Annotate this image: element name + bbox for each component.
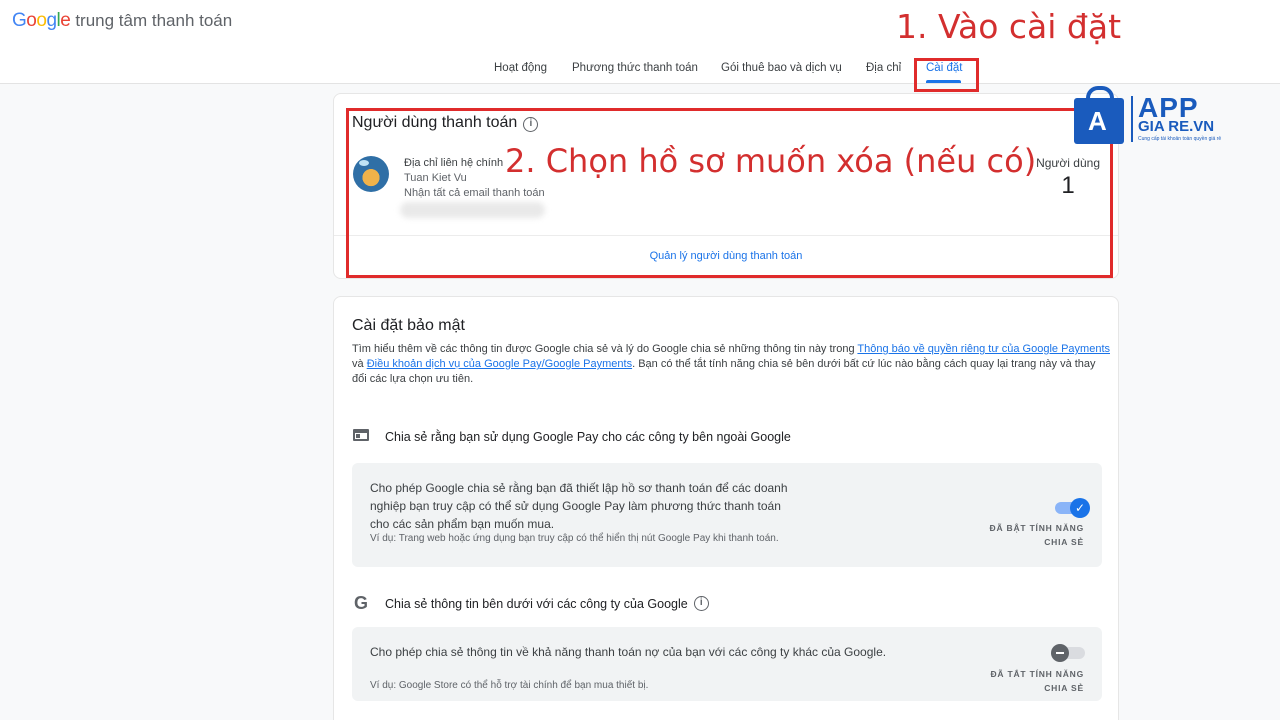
privacy-notice-link[interactable]: Thông báo về quyền riêng tư của Google P… <box>857 343 1110 355</box>
highlight-payment-users <box>346 108 1113 278</box>
security-description: Tìm hiểu thêm về các thông tin được Goog… <box>352 343 1110 385</box>
annotation-step-1: 1. Vào cài đặt <box>896 7 1122 46</box>
toggle-status: ĐÃ BẬT TÍNH NĂNG CHIA SẺ <box>989 523 1084 547</box>
section-heading: Chia sẻ thông tin bên dưới với các công … <box>385 596 688 611</box>
nav-tabs: Hoạt động Phương thức thanh toán Gói thu… <box>0 62 1280 84</box>
toggle-status: ĐÃ TẮT TÍNH NĂNG CHIA SẺ <box>990 669 1084 693</box>
section-heading: Chia sẻ rằng bạn sử dụng Google Pay cho … <box>385 429 791 444</box>
minus-icon <box>1051 644 1069 662</box>
google-logo[interactable]: Google trung tâm thanh toán <box>12 10 232 32</box>
brand-site: GIA RE.VN <box>1138 118 1215 135</box>
appgiare-watermark: APP GIA RE.VN Cung cấp tài khoản toàn qu… <box>1074 86 1234 144</box>
app-title: trung tâm thanh toán <box>75 11 233 30</box>
section-share-within-google: G Chia sẻ thông tin bên dưới với các côn… <box>352 593 709 614</box>
share-outside-panel: Cho phép Google chia sẻ rằng bạn đã thiế… <box>352 463 1102 567</box>
google-g-icon: G <box>353 593 368 613</box>
highlight-settings-tab <box>914 58 979 92</box>
panel-text: Cho phép Google chia sẻ rằng bạn đã thiế… <box>370 481 788 531</box>
browser-icon <box>353 429 369 441</box>
shopping-bag-icon <box>1074 86 1124 144</box>
annotation-step-2: 2. Chọn hồ sơ muốn xóa (nếu có) <box>505 142 1037 180</box>
google-wordmark: Google <box>12 10 71 31</box>
section-share-outside-google: Chia sẻ rằng bạn sử dụng Google Pay cho … <box>352 429 791 444</box>
share-within-toggle[interactable] <box>1051 644 1085 662</box>
share-outside-toggle[interactable]: ✓ <box>1055 498 1090 518</box>
panel-example: Ví dụ: Trang web hoặc ứng dụng bạn truy … <box>370 533 779 544</box>
tab-addresses[interactable]: Địa chỉ <box>866 62 901 74</box>
share-within-panel: Cho phép chia sẻ thông tin về khả năng t… <box>352 627 1102 701</box>
info-icon[interactable]: i <box>693 596 709 611</box>
security-title: Cài đặt bảo mật <box>352 317 465 334</box>
panel-text: Cho phép chia sẻ thông tin về khả năng t… <box>370 645 887 659</box>
tab-activity[interactable]: Hoạt động <box>494 62 547 74</box>
tab-subscriptions[interactable]: Gói thuê bao và dịch vụ <box>721 62 842 74</box>
tab-payment-methods[interactable]: Phương thức thanh toán <box>572 62 698 74</box>
brand-tagline: Cung cấp tài khoản toàn quyền giá rẻ <box>1138 136 1222 142</box>
security-settings-card: Cài đặt bảo mật Tìm hiểu thêm về các thô… <box>333 296 1119 720</box>
terms-of-service-link[interactable]: Điều khoản dịch vụ của Google Pay/Google… <box>367 358 632 370</box>
check-icon: ✓ <box>1070 498 1090 518</box>
panel-example: Ví dụ: Google Store có thể hỗ trợ tài ch… <box>370 680 649 691</box>
